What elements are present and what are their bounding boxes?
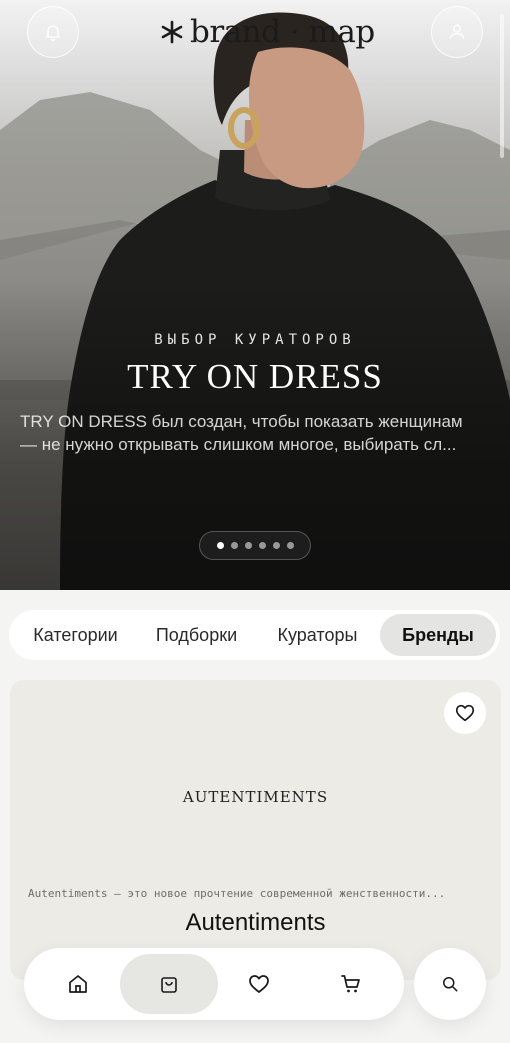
brand-logo[interactable]: brand · map (160, 12, 375, 52)
brand-description: Autentiments — это новое прочтение совре… (28, 887, 446, 900)
carousel-dot[interactable] (230, 542, 238, 549)
user-icon (449, 24, 465, 39)
hero-description-line: — не нужно открывать слишком многое, выб… (20, 435, 457, 454)
scroll-indicator[interactable] (500, 14, 504, 158)
notifications-button[interactable] (27, 6, 79, 58)
bell-icon (46, 25, 60, 41)
brand-card[interactable]: AUTENTIMENTS Autentiments — это новое пр… (10, 680, 501, 980)
nav-home[interactable] (43, 948, 113, 1020)
brand-logo-wordmark: AUTENTIMENTS (182, 788, 329, 806)
category-tabs: Категории Подборки Кураторы Бренды (9, 610, 500, 660)
tab-collections[interactable]: Подборки (138, 614, 255, 656)
bottom-navigation (24, 948, 404, 1020)
nav-favorites[interactable] (224, 948, 294, 1020)
search-icon (443, 977, 458, 992)
shopping-bag-icon (161, 977, 177, 993)
logo-text: brand · map (190, 14, 375, 50)
tab-curators[interactable]: Кураторы (255, 614, 380, 656)
hero-description: TRY ON DRESS был создан, чтобы показать … (20, 410, 495, 456)
tab-brands[interactable]: Бренды (379, 614, 496, 656)
heart-icon (249, 975, 269, 993)
heart-outline-icon (455, 704, 475, 722)
brand-name[interactable]: Autentiments (10, 909, 501, 937)
asterisk-logo-icon (161, 20, 183, 44)
carousel-pagination[interactable] (199, 531, 311, 560)
hero-title: TRY ON DRESS (127, 357, 383, 396)
carousel-dot[interactable] (258, 542, 266, 549)
carousel-dot[interactable] (244, 542, 252, 549)
hero-description-line: TRY ON DRESS был создан, чтобы показать … (20, 412, 463, 431)
hero-banner[interactable]: brand · map ВЫБОР КУРАТОРОВ TRY ON DRESS… (0, 0, 510, 590)
profile-button[interactable] (431, 6, 483, 58)
home-icon (69, 975, 87, 993)
search-button[interactable] (414, 948, 486, 1020)
tab-categories[interactable]: Категории (13, 614, 138, 656)
cart-icon (341, 975, 360, 993)
nav-shop[interactable] (120, 954, 218, 1014)
favorite-button[interactable] (444, 692, 486, 734)
carousel-dot[interactable] (286, 542, 294, 549)
carousel-dot-active[interactable] (216, 542, 224, 549)
carousel-dot[interactable] (272, 542, 280, 549)
hero-eyebrow: ВЫБОР КУРАТОРОВ (154, 332, 356, 348)
nav-cart[interactable] (316, 948, 386, 1020)
